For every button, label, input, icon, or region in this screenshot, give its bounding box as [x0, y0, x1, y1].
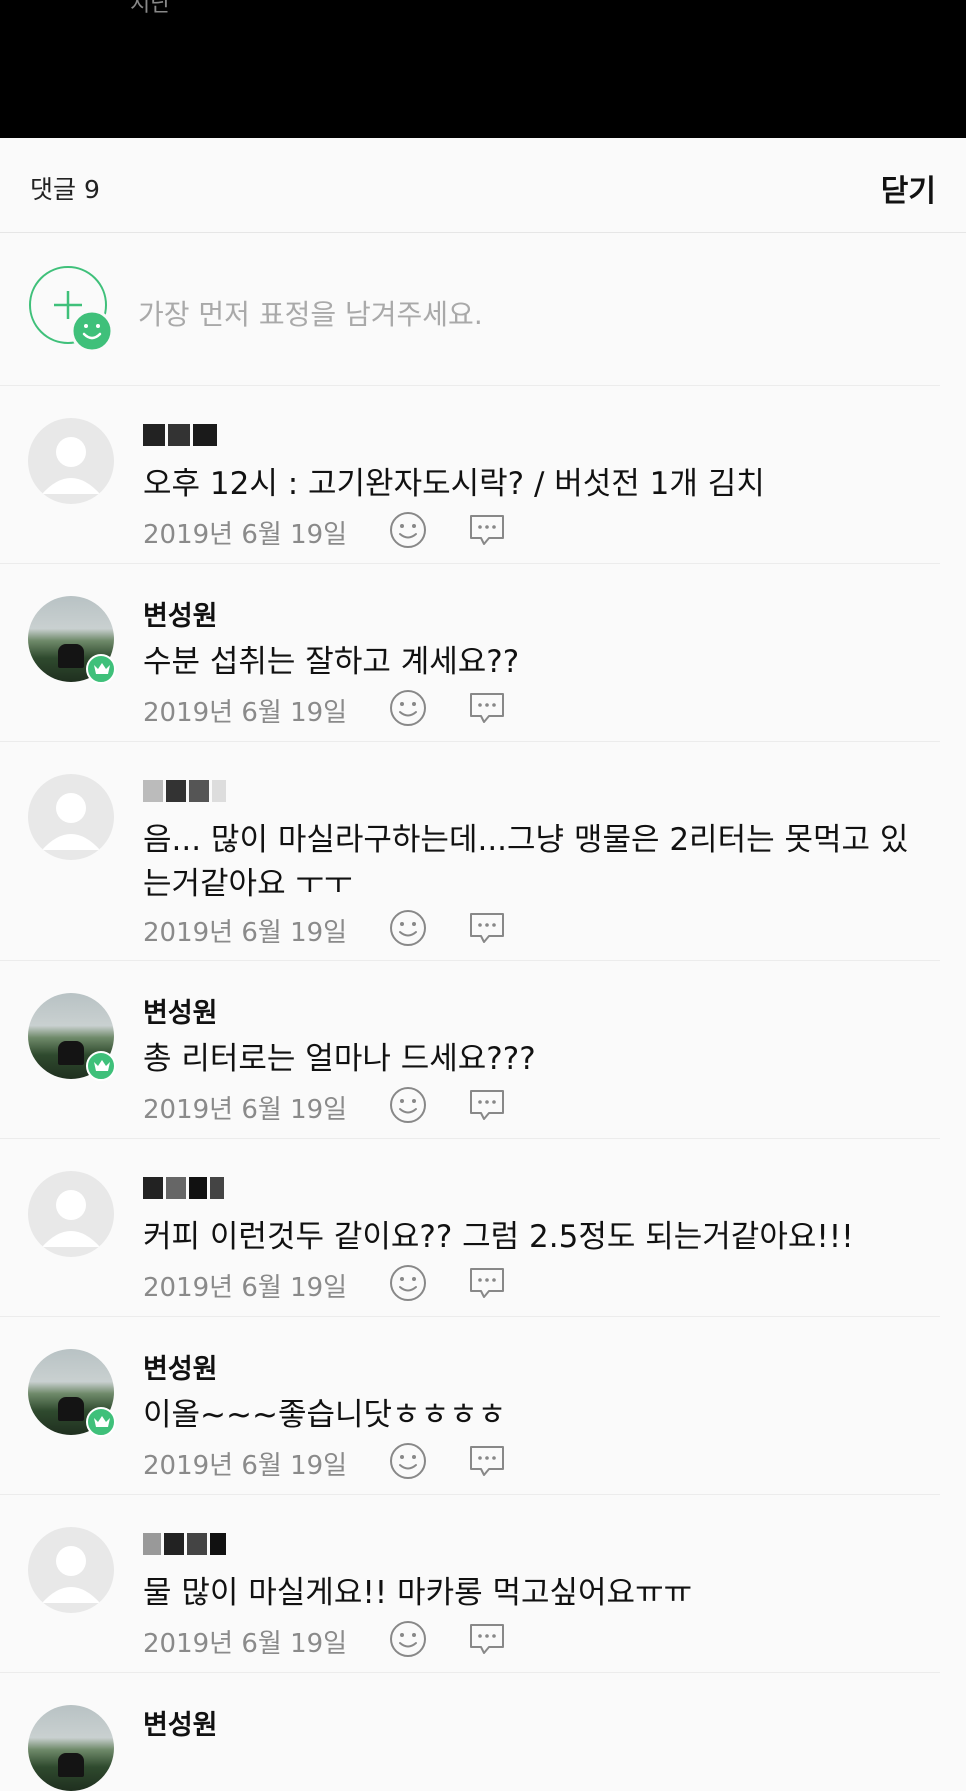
comment-item: 변성원 총 리터로는 얼마나 드세요??? 2019년 6월 19일: [0, 961, 940, 1139]
comment-date: 2019년 6월 19일: [143, 918, 348, 948]
smiley-icon[interactable]: [388, 510, 428, 550]
comment-item: 변성원: [0, 1673, 940, 1791]
smiley-icon[interactable]: [388, 1441, 428, 1481]
comment-list: 오후 12시 : 고기완자도시락? / 버섯전 1개 김치 2019년 6월 1…: [0, 386, 966, 1791]
add-reaction-icon: [29, 266, 114, 353]
comment-text: 커피 이런것두 같이요?? 그럼 2.5정도 되는거같아요!!!: [143, 1219, 854, 1255]
comment-date: 2019년 6월 19일: [143, 1095, 348, 1125]
avatar[interactable]: [28, 1171, 114, 1257]
speech-bubble-icon[interactable]: [467, 908, 507, 948]
avatar[interactable]: [28, 1705, 114, 1791]
reaction-row: 가장 먼저 표정을 남겨주세요.: [0, 233, 940, 386]
comment-date: 2019년 6월 19일: [143, 698, 348, 728]
comment-author: 변성원: [143, 1354, 218, 1385]
author-name-blurred: [143, 780, 229, 808]
comment-author: 변성원: [143, 601, 218, 632]
avatar[interactable]: [28, 774, 114, 860]
comment-text: 음... 많이 마실라구하는데...그냥 맹물은 2리터는 못먹고 있는거같아요…: [143, 822, 909, 902]
smiley-icon[interactable]: [388, 1619, 428, 1659]
speech-bubble-icon[interactable]: [467, 1085, 507, 1125]
speech-bubble-icon[interactable]: [467, 688, 507, 728]
comment-item: 음... 많이 마실라구하는데...그냥 맹물은 2리터는 못먹고 있는거같아요…: [0, 742, 940, 961]
default-avatar-icon: [42, 437, 100, 494]
speech-bubble-icon[interactable]: [467, 510, 507, 550]
default-avatar-icon: [42, 793, 100, 850]
comment-text: 수분 섭취는 잘하고 계세요??: [143, 644, 520, 680]
status-bar: 지난: [0, 0, 966, 138]
smiley-icon[interactable]: [388, 1085, 428, 1125]
smiley-icon[interactable]: [388, 688, 428, 728]
speech-bubble-icon[interactable]: [467, 1441, 507, 1481]
comment-text: 총 리터로는 얼마나 드세요???: [143, 1041, 536, 1077]
comment-text: 오후 12시 : 고기완자도시락? / 버섯전 1개 김치: [143, 466, 765, 502]
speech-bubble-icon[interactable]: [467, 1619, 507, 1659]
comment-item: 오후 12시 : 고기완자도시락? / 버섯전 1개 김치 2019년 6월 1…: [0, 386, 940, 564]
author-name-blurred: [143, 1533, 229, 1561]
avatar[interactable]: [28, 418, 114, 504]
comment-item: 커피 이런것두 같이요?? 그럼 2.5정도 되는거같아요!!! 2019년 6…: [0, 1139, 940, 1317]
comment-count-title: 댓글 9: [30, 175, 100, 204]
smiley-icon[interactable]: [388, 908, 428, 948]
comments-header: 댓글 9 닫기: [0, 138, 966, 233]
status-bar-text: 지난: [130, 0, 171, 17]
comment-item: 변성원 이올~~~좋습니닷ㅎㅎㅎㅎ 2019년 6월 19일: [0, 1317, 940, 1495]
comment-date: 2019년 6월 19일: [143, 1629, 348, 1659]
comment-author: 변성원: [143, 998, 218, 1029]
comment-date: 2019년 6월 19일: [143, 1273, 348, 1303]
comment-text: 물 많이 마실게요!! 마카롱 먹고싶어요ㅠㅠ: [143, 1575, 693, 1611]
close-button[interactable]: 닫기: [881, 166, 936, 210]
author-name-blurred: [143, 1177, 229, 1205]
crown-icon: [86, 654, 116, 684]
smiley-icon[interactable]: [388, 1263, 428, 1303]
comment-item: 변성원 수분 섭취는 잘하고 계세요?? 2019년 6월 19일: [0, 564, 940, 742]
reaction-prompt: 가장 먼저 표정을 남겨주세요.: [138, 298, 483, 331]
speech-bubble-icon[interactable]: [467, 1263, 507, 1303]
default-avatar-icon: [42, 1546, 100, 1603]
comment-date: 2019년 6월 19일: [143, 1451, 348, 1481]
comment-date: 2019년 6월 19일: [143, 520, 348, 550]
add-reaction-button[interactable]: [28, 265, 116, 353]
crown-icon: [86, 1407, 116, 1437]
comment-author: 변성원: [143, 1710, 218, 1741]
default-avatar-icon: [42, 1190, 100, 1247]
comment-text: 이올~~~좋습니닷ㅎㅎㅎㅎ: [143, 1397, 507, 1433]
comment-item: 물 많이 마실게요!! 마카롱 먹고싶어요ㅠㅠ 2019년 6월 19일: [0, 1495, 940, 1673]
avatar[interactable]: [28, 1527, 114, 1613]
crown-icon: [86, 1051, 116, 1081]
author-name-blurred: [143, 424, 229, 452]
